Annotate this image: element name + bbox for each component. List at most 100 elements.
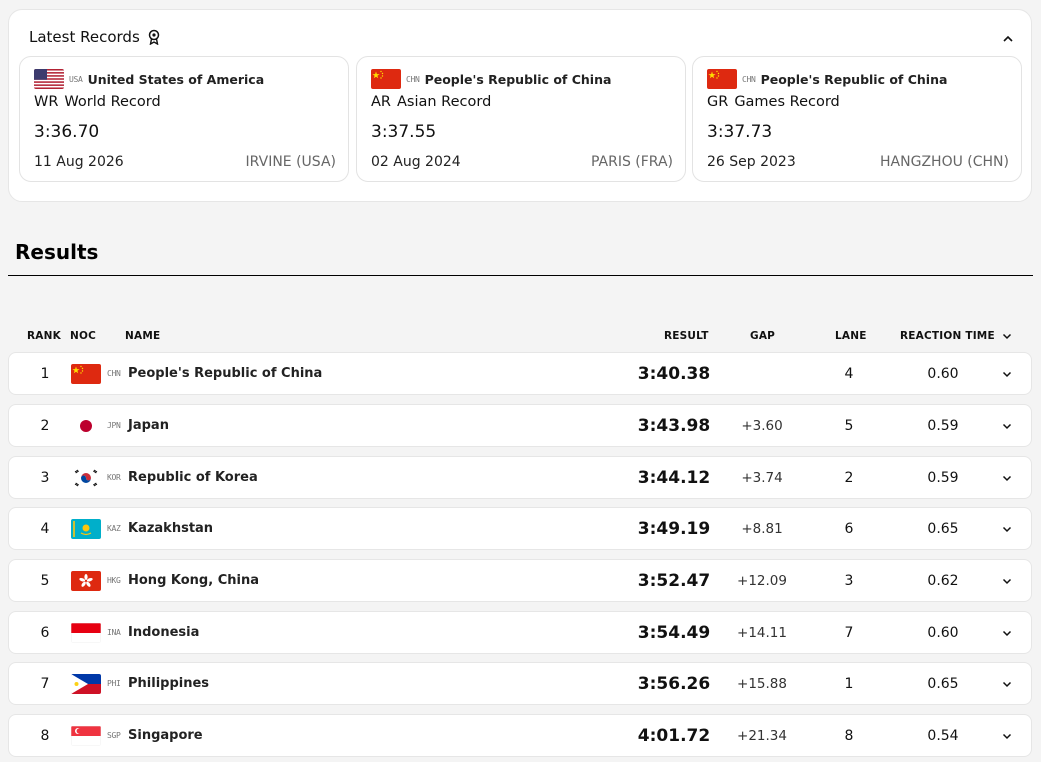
row-rank: 5 (40, 573, 50, 589)
row-result: 3:52.47 (637, 571, 711, 591)
chevron-down-icon[interactable] (1001, 627, 1013, 639)
row-name: Indonesia (128, 625, 200, 640)
row-result: 3:56.26 (637, 674, 711, 694)
row-rank: 8 (40, 728, 50, 744)
row-result: 3:54.49 (637, 623, 711, 643)
ina-flag-icon (71, 623, 101, 643)
col-head-result: RESULT (664, 330, 709, 342)
record-venue: HANGZHOU (CHN) (880, 154, 1009, 170)
chevron-down-icon[interactable] (1001, 523, 1013, 535)
result-row[interactable]: 1 CHN People's Republic of China 3:40.38… (8, 352, 1032, 395)
record-name: Asian Record (397, 94, 492, 110)
sgp-flag-icon (71, 726, 101, 746)
row-lane: 6 (844, 521, 854, 537)
chevron-up-icon[interactable] (1001, 32, 1015, 46)
noc-code: CHN (406, 74, 420, 84)
country-name: People's Republic of China (760, 71, 948, 87)
chn-flag-icon (707, 69, 737, 89)
row-lane: 3 (844, 573, 854, 589)
record-type: WR World Record (34, 94, 161, 110)
country-name: United States of America (87, 71, 265, 87)
record-date: 11 Aug 2026 (34, 154, 124, 170)
result-row[interactable]: 8 SGP Singapore 4:01.72 +21.34 8 0.54 (8, 714, 1032, 757)
row-lane: 2 (844, 470, 854, 486)
row-noc: SGP (107, 731, 121, 740)
record-name: Games Record (734, 94, 840, 110)
row-rank: 3 (40, 470, 50, 486)
row-rank: 7 (40, 676, 50, 692)
row-reaction-time: 0.59 (927, 470, 959, 486)
record-date: 02 Aug 2024 (371, 154, 461, 170)
row-noc: HKG (107, 576, 121, 585)
row-lane: 5 (844, 418, 854, 434)
row-gap: +21.34 (737, 728, 787, 744)
chevron-down-icon[interactable] (1001, 420, 1013, 432)
usa-flag-icon (34, 69, 64, 89)
record-abbr: GR (707, 94, 729, 110)
chevron-down-icon[interactable] (1001, 575, 1013, 587)
row-name: Republic of Korea (128, 470, 258, 485)
record-name: World Record (64, 94, 161, 110)
row-lane: 7 (844, 625, 854, 641)
chevron-down-icon[interactable] (1001, 330, 1013, 342)
latest-records-header: Latest Records (29, 28, 160, 46)
record-type: AR Asian Record (371, 94, 491, 110)
row-result: 3:43.98 (637, 416, 711, 436)
row-reaction-time: 0.62 (927, 573, 959, 589)
chevron-down-icon[interactable] (1001, 472, 1013, 484)
result-row[interactable]: 7 PHI Philippines 3:56.26 +15.88 1 0.65 (8, 662, 1032, 705)
record-time: 3:37.73 (707, 122, 773, 142)
row-noc: KOR (107, 473, 121, 482)
row-gap: +8.81 (741, 521, 783, 537)
record-venue: PARIS (FRA) (590, 154, 673, 170)
row-gap: +14.11 (737, 625, 787, 641)
row-reaction-time: 0.60 (927, 625, 959, 641)
row-reaction-time: 0.59 (927, 418, 959, 434)
record-time: 3:37.55 (371, 122, 437, 142)
col-head-name: NAME (125, 330, 161, 342)
row-lane: 1 (844, 676, 854, 692)
record-type: GR Games Record (707, 94, 840, 110)
row-noc: JPN (107, 421, 121, 430)
record-abbr: AR (371, 94, 391, 110)
chevron-down-icon[interactable] (1001, 368, 1013, 380)
result-row[interactable]: 3 KOR Republic of Korea 3:44.12 +3.74 2 … (8, 456, 1032, 499)
row-reaction-time: 0.60 (927, 366, 959, 382)
row-name: Hong Kong, China (128, 573, 259, 588)
record-venue: IRVINE (USA) (245, 154, 336, 170)
row-rank: 4 (40, 521, 50, 537)
row-result: 3:44.12 (637, 468, 711, 488)
kaz-flag-icon (71, 519, 101, 539)
row-reaction-time: 0.65 (927, 521, 959, 537)
hkg-flag-icon (71, 571, 101, 591)
row-gap: +3.60 (741, 418, 783, 434)
row-result: 3:40.38 (637, 364, 711, 384)
result-row[interactable]: 6 INA Indonesia 3:54.49 +14.11 7 0.60 (8, 611, 1032, 654)
chn-flag-icon (71, 364, 101, 384)
row-noc: CHN (107, 369, 121, 378)
row-name: Japan (128, 418, 169, 433)
col-head-reaction-time: REACTION TIME (900, 330, 995, 342)
chevron-down-icon[interactable] (1001, 730, 1013, 742)
record-card-country: CHN People's Republic of China (371, 69, 611, 89)
noc-code: CHN (742, 74, 756, 84)
row-rank: 1 (40, 366, 50, 382)
latest-records-title: Latest Records (29, 28, 140, 46)
row-result: 4:01.72 (637, 726, 711, 746)
record-card-world: USA United States of America WR World Rec… (19, 56, 349, 182)
result-row[interactable]: 2 JPN Japan 3:43.98 +3.60 5 0.59 (8, 404, 1032, 447)
record-card-asian: CHN People's Republic of China AR Asian R… (356, 56, 686, 182)
col-head-noc: NOC (70, 330, 97, 342)
col-head-rank: RANK (27, 330, 61, 342)
record-card-games: CHN People's Republic of China GR Games R… (692, 56, 1022, 182)
row-lane: 8 (844, 728, 854, 744)
result-row[interactable]: 5 HKG Hong Kong, China 3:52.47 +12.09 3 … (8, 559, 1032, 602)
col-head-gap: GAP (750, 330, 776, 342)
row-gap: +15.88 (737, 676, 787, 692)
kor-flag-icon (71, 468, 101, 488)
row-name: Philippines (128, 676, 210, 691)
result-row[interactable]: 4 KAZ Kazakhstan 3:49.19 +8.81 6 0.65 (8, 507, 1032, 550)
chevron-down-icon[interactable] (1001, 678, 1013, 690)
row-reaction-time: 0.54 (927, 728, 959, 744)
medal-icon (148, 29, 160, 45)
